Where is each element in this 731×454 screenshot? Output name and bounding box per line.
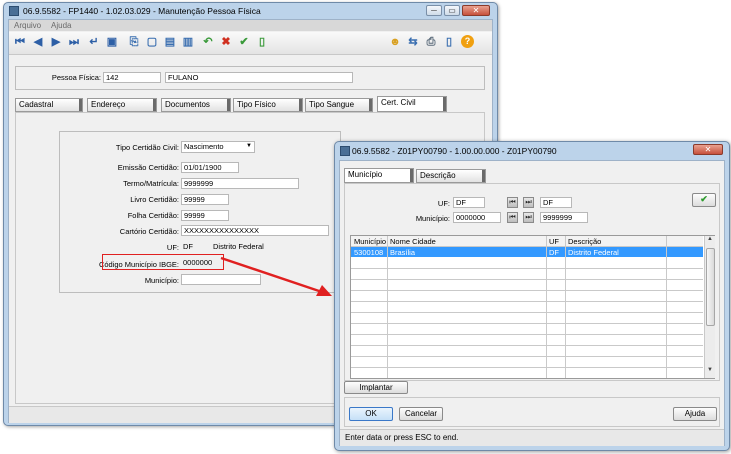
- tab-descricao[interactable]: Descrição: [416, 169, 486, 183]
- col-municipio-header[interactable]: Município: [354, 237, 386, 246]
- mun-from-field[interactable]: 0000000: [453, 212, 501, 223]
- dialog-title: 06.9.5582 - Z01PY00790 - 1.00.00.000 - Z…: [352, 146, 557, 156]
- scroll-thumb[interactable]: [706, 248, 715, 326]
- uf-to-field[interactable]: DF: [540, 197, 572, 208]
- municipio-dialog: 06.9.5582 - Z01PY00790 - 1.00.00.000 - Z…: [334, 141, 730, 451]
- col-nome-header[interactable]: Nome Cidade: [390, 237, 436, 246]
- col-uf-header[interactable]: UF: [549, 237, 559, 246]
- row-descricao: Distrito Federal: [568, 248, 619, 257]
- tab-municipio[interactable]: Município: [344, 168, 414, 183]
- mun-last-icon[interactable]: ⏭: [523, 212, 534, 223]
- row-divider: [351, 334, 703, 335]
- scroll-up-icon[interactable]: ▲: [706, 236, 714, 245]
- municipio-table: Município Nome Cidade UF Descrição 53001…: [350, 235, 715, 379]
- scroll-down-icon[interactable]: ▼: [706, 367, 714, 376]
- implantar-button[interactable]: Implantar: [344, 381, 408, 394]
- row-uf: DF: [549, 248, 559, 257]
- uf-from-field[interactable]: DF: [453, 197, 485, 208]
- vertical-scrollbar[interactable]: ▲ ▼: [704, 236, 715, 378]
- status-text: Enter data or press ESC to end.: [345, 433, 459, 442]
- help-button[interactable]: Ajuda: [673, 407, 717, 421]
- row-divider: [351, 367, 703, 368]
- tab-descricao-label: Descrição: [420, 171, 456, 180]
- dialog-close-button[interactable]: ✕: [693, 144, 723, 155]
- row-divider: [351, 356, 703, 357]
- row-municipio: 5300108: [354, 248, 384, 257]
- row-divider: [351, 279, 703, 280]
- tab-descricao-shade: [482, 170, 485, 182]
- row-divider: [351, 345, 703, 346]
- tab-municipio-shade: [410, 169, 413, 182]
- col-descricao-header[interactable]: Descrição: [568, 237, 601, 246]
- mun-first-icon[interactable]: ⏮: [507, 212, 518, 223]
- confirm-button[interactable]: ✔: [692, 193, 716, 207]
- table-row[interactable]: 5300108 Brasília DF Distrito Federal: [351, 247, 703, 257]
- dlg-uf-label: UF:: [437, 199, 450, 208]
- uf-first-icon[interactable]: ⏮: [507, 197, 518, 208]
- tab-municipio-label: Município: [348, 170, 383, 179]
- arrow-line: [220, 256, 323, 294]
- row-nome: Brasília: [390, 248, 416, 257]
- mun-to-field[interactable]: 9999999: [540, 212, 588, 223]
- row-divider: [351, 301, 703, 302]
- dialog-client-area: Município Descrição UF: DF ⏮ ⏭ DF Municí…: [339, 160, 725, 446]
- dlg-municipio-label: Município:: [415, 214, 450, 223]
- dialog-status-bar: Enter data or press ESC to end.: [340, 429, 724, 446]
- row-divider: [351, 290, 703, 291]
- ok-button[interactable]: OK: [349, 407, 393, 421]
- row-divider: [351, 323, 703, 324]
- cancel-button[interactable]: Cancelar: [399, 407, 443, 421]
- dialog-app-icon: [340, 146, 350, 156]
- row-divider: [351, 312, 703, 313]
- row-divider: [351, 268, 703, 269]
- uf-last-icon[interactable]: ⏭: [523, 197, 534, 208]
